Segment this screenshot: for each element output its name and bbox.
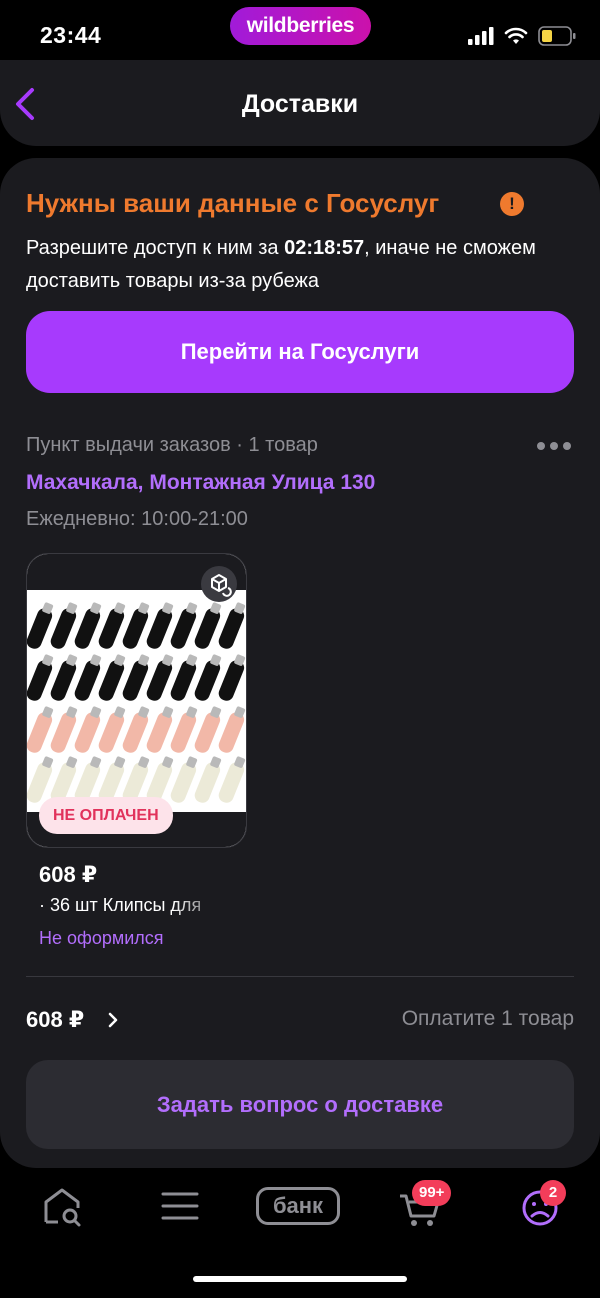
pickup-hours: Ежедневно: 10:00-21:00 [26, 508, 248, 530]
tab-home[interactable] [32, 1182, 92, 1230]
pay-label: Оплатите 1 товар [401, 1007, 574, 1030]
cart-badge: 99+ [412, 1180, 452, 1206]
profile-badge: 2 [540, 1180, 566, 1206]
bank-icon: банк [256, 1187, 340, 1225]
status-bar: 23:44 wildberries [0, 0, 600, 60]
total-price[interactable]: 608 ₽ [26, 1007, 84, 1033]
status-time: 23:44 [40, 22, 102, 48]
notice-text-prefix: Разрешите доступ к ним за [26, 237, 285, 259]
notice-title: Нужны ваши данные с Госуслуг [26, 188, 440, 218]
ask-delivery-question-button[interactable]: Задать вопрос о доставке [26, 1060, 574, 1149]
wifi-icon [504, 27, 528, 44]
more-options-icon[interactable] [536, 441, 572, 451]
warning-icon[interactable]: ! [500, 192, 524, 216]
header: Доставки [0, 60, 600, 146]
brand-logo: wildberries [230, 7, 371, 45]
battery-icon [538, 26, 576, 46]
tab-catalog[interactable] [150, 1182, 210, 1230]
countdown-timer: 02:18:57 [284, 237, 365, 259]
home-search-icon [44, 1188, 81, 1227]
notice-text: Разрешите доступ к ним за 02:18:57, инач… [26, 232, 566, 298]
delivery-card: Нужны ваши данные с Госуслуг ! Разрешите… [0, 158, 600, 1168]
tab-cart[interactable]: 99+ [390, 1180, 452, 1230]
menu-icon [161, 1192, 199, 1220]
pickup-type: Пункт выдачи заказов · 1 товар [26, 434, 318, 456]
product-name[interactable]: · 36 шт Клипсы для [39, 895, 231, 916]
product-price: 608 ₽ [39, 862, 98, 887]
signal-icon [468, 27, 494, 45]
unpaid-badge: НЕ ОПЛАЧЕН [39, 797, 173, 834]
product-status: Не оформился [39, 928, 164, 948]
status-icons [468, 26, 576, 46]
gosuslugi-button[interactable]: Перейти на Госуслуги [26, 311, 574, 393]
return-box-icon[interactable] [201, 566, 237, 602]
pickup-address[interactable]: Махачкала, Монтажная Улица 130 [26, 471, 375, 495]
chevron-right-icon[interactable] [106, 1010, 120, 1030]
product-card[interactable]: НЕ ОПЛАЧЕН [26, 553, 247, 848]
product-image[interactable] [27, 590, 247, 812]
page-title: Доставки [241, 90, 359, 118]
tab-profile[interactable]: 2 [510, 1180, 570, 1230]
tab-bank[interactable]: банк [256, 1182, 344, 1230]
divider [26, 976, 574, 977]
home-indicator [193, 1276, 407, 1282]
